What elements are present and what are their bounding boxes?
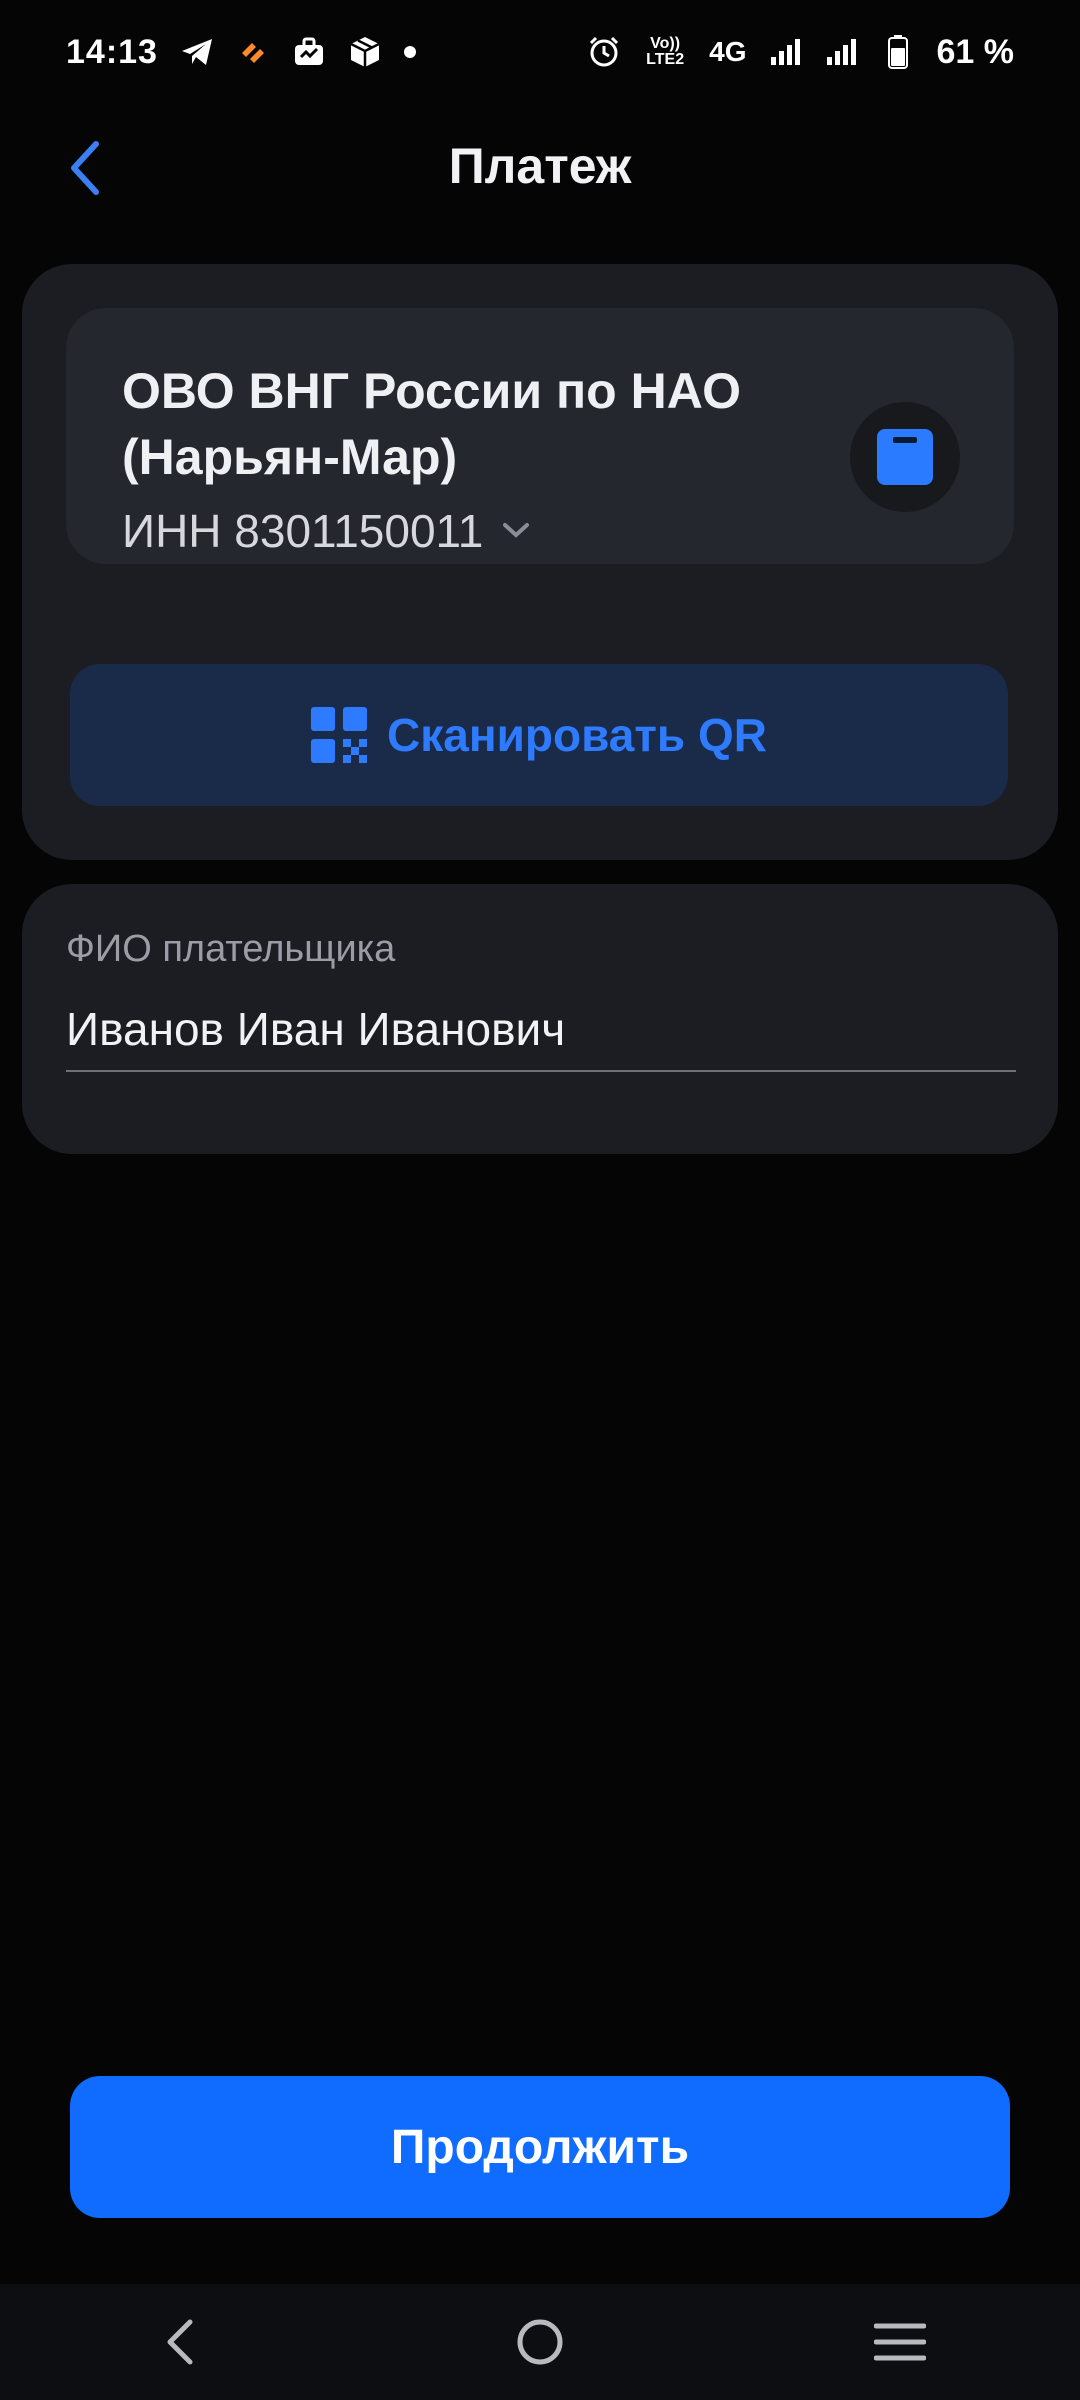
recipient-card: ОВО ВНГ России по НАО (Нарьян-Мар) ИНН 8… (22, 264, 1058, 860)
recipient-selector[interactable]: ОВО ВНГ России по НАО (Нарьян-Мар) ИНН 8… (66, 308, 1014, 564)
network-volte-label: Vo)) LTE2 (646, 35, 685, 68)
scan-qr-label: Сканировать QR (387, 709, 767, 761)
battery-percent: 61 % (936, 32, 1015, 71)
scan-qr-button[interactable]: Сканировать QR (70, 664, 1008, 806)
notification-dot (403, 46, 416, 58)
signal-icon (769, 35, 803, 69)
nav-back-button[interactable] (130, 2302, 230, 2382)
recipient-name: ОВО ВНГ России по НАО (Нарьян-Мар) (122, 363, 742, 485)
qr-icon (311, 707, 368, 763)
status-time: 14:13 (66, 32, 158, 71)
continue-button[interactable]: Продолжить (70, 2076, 1010, 2218)
status-bar-left: 14:13 (66, 33, 416, 72)
app-icon (236, 35, 270, 69)
nav-home-button[interactable] (490, 2302, 590, 2382)
page-title: Платеж (448, 138, 632, 194)
package-icon (348, 35, 382, 69)
document-badge (850, 402, 960, 512)
status-bar: 14:13 Vo)) LTE2 4G 61 % (0, 0, 1080, 104)
battery-icon (881, 35, 915, 69)
inn-row[interactable]: ИНН 8301150011 (122, 504, 531, 558)
network-type-label: 4G (709, 36, 747, 67)
nav-recents-button[interactable] (850, 2302, 950, 2382)
payer-card: ФИО плательщика (22, 884, 1058, 1154)
back-button[interactable] (48, 132, 120, 204)
signal-icon (825, 35, 859, 69)
nav-back-icon (167, 2319, 193, 2365)
telegram-icon (180, 35, 214, 69)
system-nav-bar (0, 2284, 1080, 2400)
chevron-down-icon (503, 523, 530, 538)
status-bar-right: Vo)) LTE2 4G 61 % (587, 33, 1014, 72)
briefcase-icon (292, 35, 326, 69)
chevron-left-icon (71, 141, 99, 195)
payer-name-input[interactable] (66, 988, 1016, 1072)
alarm-icon (587, 35, 621, 69)
header: Платеж (0, 104, 1080, 228)
document-icon (877, 429, 933, 485)
nav-home-icon (517, 2319, 563, 2365)
payer-name-label: ФИО плательщика (66, 928, 396, 970)
recipient-inn: ИНН 8301150011 (122, 505, 484, 557)
menu-icon (874, 2323, 926, 2361)
